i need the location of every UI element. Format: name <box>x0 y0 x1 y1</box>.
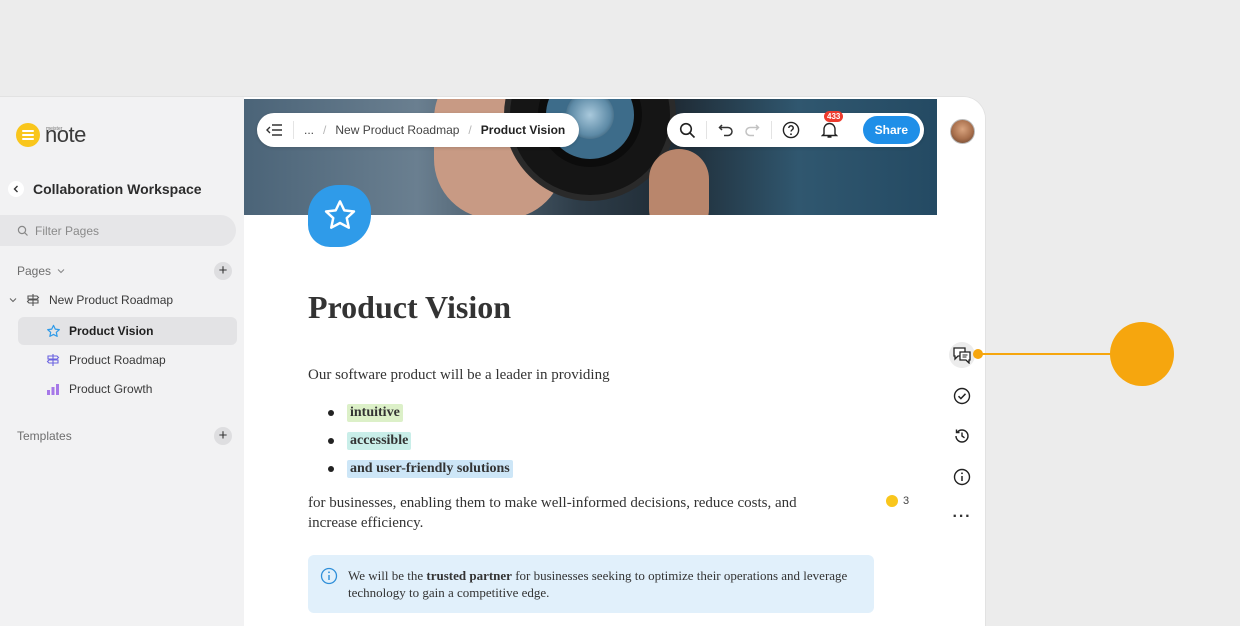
redo-button[interactable] <box>741 119 763 141</box>
filter-placeholder: Filter Pages <box>35 223 100 238</box>
logo-icon <box>16 123 40 147</box>
info-callout[interactable]: We will be the trusted partner for busin… <box>308 555 874 613</box>
undo-icon <box>718 124 733 137</box>
sidebar-item-product-growth[interactable]: Product Growth <box>18 375 237 403</box>
workspace-header[interactable]: Collaboration Workspace <box>8 181 202 197</box>
page-title[interactable]: Product Vision <box>308 289 511 326</box>
app-logo[interactable]: meister note <box>16 123 86 147</box>
callout-connector-line <box>978 353 1112 355</box>
back-chevron-icon[interactable] <box>8 181 24 197</box>
chevron-down-icon[interactable] <box>9 296 17 304</box>
tasks-button[interactable] <box>949 383 975 409</box>
breadcrumb-parent[interactable]: New Product Roadmap <box>335 123 459 137</box>
comments-button[interactable] <box>949 342 975 368</box>
callout-connector-dot <box>973 349 983 359</box>
logo-wordmark: meister note <box>45 122 86 147</box>
notification-badge: 433 <box>824 111 844 122</box>
history-icon <box>955 429 969 443</box>
redo-icon <box>745 124 760 137</box>
search-icon <box>679 122 695 138</box>
help-button[interactable] <box>780 119 802 141</box>
templates-section-header: Templates + <box>17 427 232 445</box>
comment-icon <box>886 495 898 507</box>
list-item[interactable]: intuitive <box>328 399 513 427</box>
right-rail: ··· <box>937 97 985 626</box>
pages-dropdown[interactable]: Pages <box>17 264 65 278</box>
callout-text: We will be the <box>348 568 427 583</box>
roadmap-icon <box>46 354 60 366</box>
star-icon <box>47 324 60 337</box>
sidebar-item-product-roadmap[interactable]: Product Roadmap <box>18 346 237 374</box>
collapse-menu-icon <box>266 124 282 136</box>
search-button[interactable] <box>676 119 698 141</box>
tree-root-item[interactable]: New Product Roadmap <box>9 293 173 307</box>
star-icon <box>324 200 355 229</box>
sidebar: meister note Collaboration Workspace Filt… <box>0 97 244 626</box>
templates-label[interactable]: Templates <box>17 429 72 443</box>
more-icon: ··· <box>952 508 972 525</box>
more-options-button[interactable]: ··· <box>949 504 975 530</box>
add-template-button[interactable]: + <box>214 427 232 445</box>
filter-pages-input[interactable]: Filter Pages <box>0 215 236 246</box>
tree-root-label: New Product Roadmap <box>49 293 174 307</box>
list-item[interactable]: and user-friendly solutions <box>328 455 513 483</box>
info-icon <box>953 468 971 486</box>
breadcrumb-ellipsis[interactable]: ... <box>304 123 314 137</box>
comments-icon <box>953 347 971 364</box>
toolbar: 433 Share <box>667 111 924 147</box>
chevron-down-icon <box>57 269 65 274</box>
workspace-name: Collaboration Workspace <box>33 181 202 197</box>
undo-button[interactable] <box>715 119 737 141</box>
main-content: ... / New Product Roadmap / Product Visi… <box>244 97 937 626</box>
roadmap-icon <box>26 294 40 306</box>
collapse-sidebar-button[interactable] <box>265 121 294 139</box>
breadcrumb: ... / New Product Roadmap / Product Visi… <box>257 113 580 147</box>
page-icon[interactable] <box>308 185 371 247</box>
add-page-button[interactable]: + <box>214 262 232 280</box>
bell-icon <box>820 122 838 138</box>
share-button[interactable]: Share <box>862 116 920 144</box>
comment-count: 3 <box>903 495 910 507</box>
breadcrumb-current: Product Vision <box>480 123 566 137</box>
intro-paragraph[interactable]: Our software product will be a leader in… <box>308 367 610 384</box>
comment-indicator[interactable]: 3 <box>886 495 909 507</box>
info-button[interactable] <box>949 464 975 490</box>
callout-bold-text: trusted partner <box>426 568 512 583</box>
check-circle-icon <box>953 387 971 405</box>
pages-section-header: Pages + <box>17 262 232 280</box>
info-icon <box>320 567 338 585</box>
body-paragraph[interactable]: for businesses, enabling them to make we… <box>308 493 838 533</box>
list-item[interactable]: accessible <box>328 427 513 455</box>
app-window: meister note Collaboration Workspace Filt… <box>0 97 985 626</box>
sidebar-item-product-vision[interactable]: Product Vision <box>18 317 237 345</box>
sidebar-item-label: Product Roadmap <box>69 353 166 367</box>
highlight-marker <box>1110 322 1174 386</box>
bar-chart-icon <box>47 384 59 395</box>
sidebar-item-label: Product Growth <box>69 382 153 396</box>
sidebar-item-label: Product Vision <box>69 324 154 338</box>
search-icon <box>17 225 28 236</box>
avatar[interactable] <box>950 119 975 144</box>
help-icon <box>782 121 800 139</box>
notifications-button[interactable]: 433 <box>818 111 844 141</box>
bullet-list: intuitive accessible and user-friendly s… <box>328 399 513 483</box>
history-button[interactable] <box>949 423 975 449</box>
